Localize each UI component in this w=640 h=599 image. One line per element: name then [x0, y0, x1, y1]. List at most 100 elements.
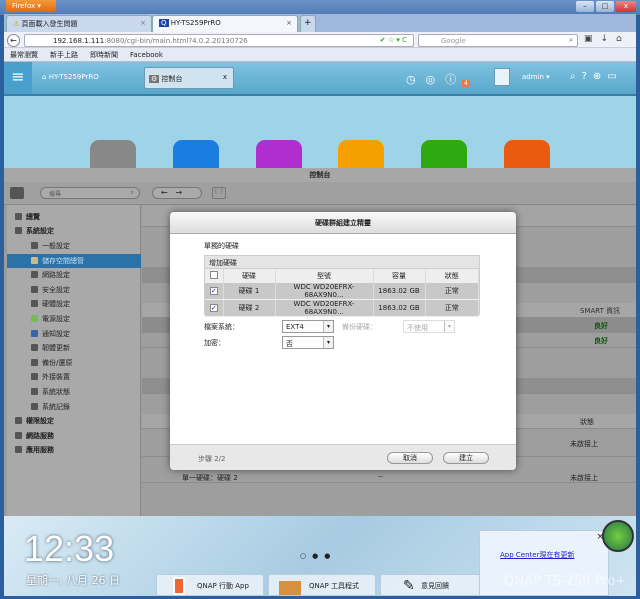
general-icon [31, 242, 38, 249]
firefox-menu-button[interactable]: Firefox ▾ [6, 0, 56, 12]
sidebar-item-storage-manager[interactable]: 儲存空間總管 [7, 254, 141, 268]
control-panel-app-icon[interactable] [90, 140, 136, 170]
sidebar-label: 總覽 [26, 213, 40, 221]
row-checkbox[interactable]: ✓ [205, 283, 224, 300]
button-label: QNAP 行動 App [197, 582, 249, 590]
bookmark-getting-started[interactable]: 新手上路 [50, 51, 78, 59]
encryption-label: 加密： [204, 339, 225, 347]
sidebar-label: 網路服務 [26, 432, 54, 440]
minimize-button[interactable]: – [576, 1, 594, 12]
button-label: QNAP 工具程式 [309, 582, 359, 590]
search-bar[interactable]: Google ⌕ [418, 34, 578, 47]
search-icon[interactable]: ⌕ [569, 36, 573, 45]
url-bar[interactable]: 192.168.1.111:8080/cgi-bin/main.html?4.0… [24, 34, 414, 47]
bookmark-facebook[interactable]: Facebook [130, 51, 163, 59]
sidebar-item-system-status[interactable]: 系統狀態 [7, 385, 141, 399]
step-indicator: 步驟 2/2 [198, 455, 226, 463]
encryption-select[interactable]: 否 ▾ [282, 336, 334, 349]
gauge-icon[interactable] [602, 520, 634, 552]
section-label: 單獨的硬碟 [204, 242, 239, 250]
hardware-icon [31, 300, 38, 307]
sidebar-item-power[interactable]: 電源設定 [7, 312, 141, 326]
sidebar-toggle-icon[interactable] [10, 187, 24, 199]
maximize-button[interactable]: □ [596, 1, 614, 12]
avatar[interactable] [494, 68, 510, 86]
overview-icon [15, 213, 22, 220]
sidebar-item-privilege[interactable]: 權限設定 [7, 414, 141, 428]
video-station-app-icon[interactable] [338, 140, 384, 170]
tab-label: HY-TS259PrRO [170, 19, 221, 27]
sidebar: 總覽 系統設定 一般設定 儲存空間總管 網路設定 安全設定 硬體設定 電源設定 … [7, 205, 141, 516]
table-row[interactable]: ✓ 硬碟 2 WDC WD20EFRX-68AX9N0... 1863.02 GB 正常 [205, 299, 479, 317]
sidebar-item-system-settings[interactable]: 系統設定 [7, 224, 141, 238]
notification-icon [31, 330, 38, 337]
sidebar-item-backup[interactable]: 備份/還原 [7, 356, 141, 370]
app-center-update-link[interactable]: App Center現在有更新 [500, 550, 574, 560]
sidebar-item-overview[interactable]: 總覽 [7, 210, 141, 224]
sidebar-item-applications[interactable]: 應用服務 [7, 443, 141, 457]
status-value: 未啟接上 [570, 440, 598, 448]
smart-header: SMART 資訊 [580, 307, 621, 315]
back-forward-buttons[interactable]: ← → [152, 187, 202, 199]
select-all-checkbox[interactable] [205, 269, 224, 283]
page-dots[interactable]: ○●● [300, 552, 336, 560]
bookmark-most-visited[interactable]: 最常瀏覽 [10, 51, 38, 59]
create-button[interactable]: 建立 [443, 452, 489, 464]
sidebar-item-hardware[interactable]: 硬體設定 [7, 297, 141, 311]
smart-value: 良好 [594, 337, 608, 345]
sidebar-item-external-device[interactable]: 外接裝置 [7, 370, 141, 384]
clock: 12:33 [24, 528, 115, 569]
sidebar-item-network[interactable]: 網路設定 [7, 268, 141, 282]
user-menu[interactable]: admin ▾ [522, 73, 550, 81]
tab-close-icon[interactable]: × [140, 19, 146, 27]
tab-qnap[interactable]: Q HY-TS259PrRO × [152, 15, 298, 32]
column-header: 型號 [275, 269, 374, 283]
grid-icon[interactable]: ⋮⋮ [212, 187, 226, 199]
toolbar-icons[interactable]: ▣↓⌂ [584, 34, 630, 44]
search-input[interactable]: 搜尋 ⌕ [40, 187, 140, 199]
sidebar-label: 硬體設定 [42, 300, 70, 308]
disk-cell: 硬碟 1 [223, 283, 276, 300]
spare-disk-label: 備份硬碟： [342, 323, 377, 331]
disk-group-row: 單一硬碟：硬碟 2 [182, 474, 238, 482]
table-row[interactable]: ✓ 硬碟 1 WDC WD20EFRX-68AX9N0... 1863.02 GB 正常 [205, 283, 479, 300]
back-button[interactable]: ← [7, 34, 20, 47]
home-button[interactable]: ⌂ HY-TS259PrRO [42, 73, 99, 81]
cancel-button[interactable]: 取消 [387, 452, 433, 464]
sidebar-item-security[interactable]: 安全設定 [7, 283, 141, 297]
status-value: 未啟接上 [570, 474, 598, 482]
search-icon: ⌕ [130, 189, 134, 196]
sidebar-item-general[interactable]: 一般設定 [7, 239, 141, 253]
control-panel-tab[interactable]: ⚙ 控制台 x [144, 67, 234, 89]
photo-station-app-icon[interactable] [173, 140, 219, 170]
sidebar-label: 系統狀態 [42, 388, 70, 396]
sidebar-item-network-services[interactable]: 網路服務 [7, 429, 141, 443]
qnap-mobile-app-button[interactable]: QNAP 行動 App [156, 574, 264, 596]
tab-close-icon[interactable]: × [286, 19, 292, 27]
sidebar-item-notification[interactable]: 通知設定 [7, 327, 141, 341]
bookmark-news[interactable]: 即時新聞 [90, 51, 118, 59]
qnap-utilities-button[interactable]: QNAP 工具程式 [268, 574, 376, 596]
music-station-app-icon[interactable] [256, 140, 302, 170]
download-station-app-icon[interactable] [421, 140, 467, 170]
navigation-bar: ← 192.168.1.111:8080/cgi-bin/main.html?4… [4, 32, 636, 48]
status-icons[interactable]: ◷◎ⓘ [406, 71, 466, 87]
column-header: 容量 [373, 269, 426, 283]
select-value: 不使用 [407, 324, 428, 332]
sidebar-label: 韌體更新 [42, 344, 70, 352]
file-station-app-icon[interactable] [504, 140, 550, 170]
top-tools-icons[interactable]: ⌕?⊕▭ [570, 71, 623, 82]
row-checkbox[interactable]: ✓ [205, 299, 224, 317]
new-tab-button[interactable]: + [300, 15, 316, 32]
window-title: 控制台 [4, 168, 636, 182]
sidebar-item-firmware[interactable]: 韌體更新 [7, 341, 141, 355]
filesystem-label: 檔案系統： [204, 323, 239, 331]
chevron-down-icon: ▾ [323, 321, 333, 332]
filesystem-select[interactable]: EXT4 ▾ [282, 320, 334, 333]
menu-icon[interactable]: ≡ [4, 62, 32, 94]
feedback-button[interactable]: ✎ 意見回饋 [380, 574, 488, 596]
close-window-button[interactable]: x [616, 1, 636, 12]
tab-error-page[interactable]: ⚠ 頁面載入發生問題 × [6, 15, 152, 32]
sidebar-item-system-logs[interactable]: 系統記錄 [7, 400, 141, 414]
close-icon[interactable]: x [223, 73, 227, 81]
